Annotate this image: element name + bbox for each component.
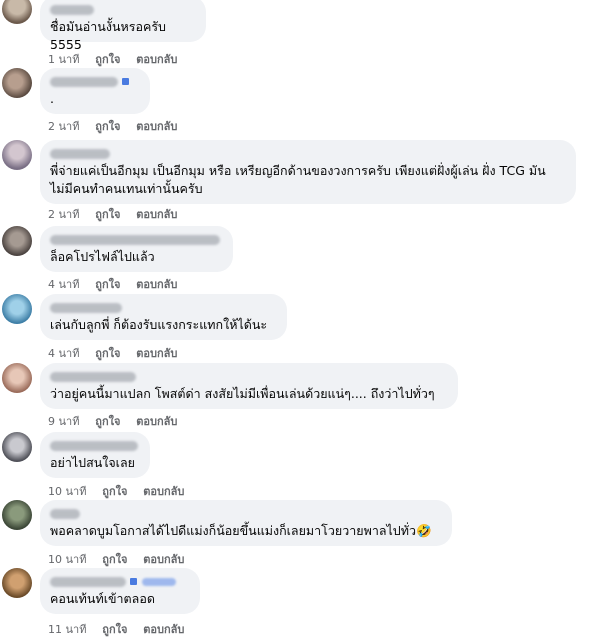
comment-timestamp[interactable]: 4 นาที — [48, 278, 79, 291]
reply-button[interactable]: ตอบกลับ — [136, 415, 177, 428]
like-button[interactable]: ถูกใจ — [95, 120, 120, 133]
comment-bubble: ล็อคโปรไฟล์ไปแล้ว — [40, 226, 233, 272]
author-name-blurred[interactable] — [50, 508, 80, 519]
avatar[interactable] — [2, 140, 32, 170]
comment-actions: 10 นาที ถูกใจ ตอบกลับ — [48, 550, 196, 568]
reply-button[interactable]: ตอบกลับ — [143, 553, 184, 566]
author-name-blurred[interactable] — [50, 76, 118, 87]
comment-actions: 10 นาที ถูกใจ ตอบกลับ — [48, 482, 196, 500]
comment-bubble: คอนเท้นท์เข้าตลอด — [40, 568, 200, 614]
reply-button[interactable]: ตอบกลับ — [136, 347, 177, 360]
avatar[interactable] — [2, 226, 32, 256]
like-button[interactable]: ถูกใจ — [95, 347, 120, 360]
avatar[interactable] — [2, 568, 32, 598]
comment-text: พอคลาดบูมโอกาสได้ไปดีแม่งก็น้อยขึ้นแม่งก… — [50, 523, 432, 538]
like-button[interactable]: ถูกใจ — [95, 208, 120, 221]
comment-text: คอนเท้นท์เข้าตลอด — [50, 591, 155, 606]
avatar[interactable] — [2, 294, 32, 324]
comment-text: อย่าไปสนใจเลย — [50, 455, 135, 470]
like-button[interactable]: ถูกใจ — [102, 485, 127, 498]
comment-bubble: พอคลาดบูมโอกาสได้ไปดีแม่งก็น้อยขึ้นแม่งก… — [40, 500, 452, 546]
reply-button[interactable]: ตอบกลับ — [143, 485, 184, 498]
profile-tag-blurred[interactable] — [142, 577, 176, 586]
author-name-blurred[interactable] — [50, 371, 136, 382]
comment-text: ล็อคโปรไฟล์ไปแล้ว — [50, 249, 155, 264]
comment-actions: 11 นาที ถูกใจ ตอบกลับ — [48, 620, 196, 638]
avatar[interactable] — [2, 68, 32, 98]
comment-actions: 2 นาที ถูกใจ ตอบกลับ — [48, 205, 189, 223]
like-button[interactable]: ถูกใจ — [102, 623, 127, 636]
reply-button[interactable]: ตอบกลับ — [136, 53, 177, 66]
author-name-blurred[interactable] — [50, 148, 110, 159]
reply-button[interactable]: ตอบกลับ — [136, 208, 177, 221]
comment-bubble: พี่จ่ายแค่เป็นอีกมุม เป็นอีกมุม หรือ เหร… — [40, 140, 576, 204]
reply-button[interactable]: ตอบกลับ — [143, 623, 184, 636]
comment-actions: 2 นาที ถูกใจ ตอบกลับ — [48, 117, 189, 135]
comment-text: ชื่อมันอ่านงั้นหรอครับ 5555 — [50, 19, 170, 52]
author-name-blurred[interactable] — [50, 234, 220, 245]
comment-text: พี่จ่ายแค่เป็นอีกมุม เป็นอีกมุม หรือ เหร… — [50, 163, 546, 196]
reply-button[interactable]: ตอบกลับ — [136, 278, 177, 291]
comment-actions: 9 นาที ถูกใจ ตอบกลับ — [48, 412, 189, 430]
author-name-blurred[interactable] — [50, 576, 126, 587]
like-button[interactable]: ถูกใจ — [95, 278, 120, 291]
comment-timestamp[interactable]: 9 นาที — [48, 415, 79, 428]
comment-timestamp[interactable]: 10 นาที — [48, 553, 86, 566]
comment-actions: 4 นาที ถูกใจ ตอบกลับ — [48, 344, 189, 362]
comment-text: เล่นกับลูกพี่ ก็ต้องรับแรงกระแทกให้ได้นะ — [50, 317, 268, 332]
avatar[interactable] — [2, 500, 32, 530]
author-name-blurred[interactable] — [50, 302, 122, 313]
comment-timestamp[interactable]: 2 นาที — [48, 120, 79, 133]
reply-button[interactable]: ตอบกลับ — [136, 120, 177, 133]
comment-timestamp[interactable]: 4 นาที — [48, 347, 79, 360]
comment-bubble: เล่นกับลูกพี่ ก็ต้องรับแรงกระแทกให้ได้นะ — [40, 294, 287, 340]
comment-timestamp[interactable]: 1 นาที — [48, 53, 79, 66]
comment-bubble: ชื่อมันอ่านงั้นหรอครับ 5555 — [40, 0, 206, 52]
comment-timestamp[interactable]: 10 นาที — [48, 485, 86, 498]
verified-badge-icon — [122, 78, 129, 85]
avatar[interactable] — [2, 432, 32, 462]
comment-timestamp[interactable]: 2 นาที — [48, 208, 79, 221]
like-button[interactable]: ถูกใจ — [95, 53, 120, 66]
comment-bubble: ว่าอยู่คนนี้มาแปลก โพสต์ด่า สงสัยไม่มีเพ… — [40, 363, 458, 409]
like-button[interactable]: ถูกใจ — [95, 415, 120, 428]
comment-actions: 1 นาที ถูกใจ ตอบกลับ — [48, 50, 189, 68]
comment-bubble: อย่าไปสนใจเลย — [40, 432, 150, 478]
comment-bubble: . — [40, 68, 150, 114]
verified-badge-icon — [130, 578, 137, 585]
comment-timestamp[interactable]: 11 นาที — [48, 623, 86, 636]
avatar[interactable] — [2, 363, 32, 393]
comment-text: . — [50, 91, 54, 106]
comment-text: ว่าอยู่คนนี้มาแปลก โพสต์ด่า สงสัยไม่มีเพ… — [50, 386, 435, 401]
comment-actions: 4 นาที ถูกใจ ตอบกลับ — [48, 275, 189, 293]
author-name-blurred[interactable] — [50, 4, 94, 15]
avatar[interactable] — [2, 0, 32, 24]
author-name-blurred[interactable] — [50, 440, 138, 451]
like-button[interactable]: ถูกใจ — [102, 553, 127, 566]
